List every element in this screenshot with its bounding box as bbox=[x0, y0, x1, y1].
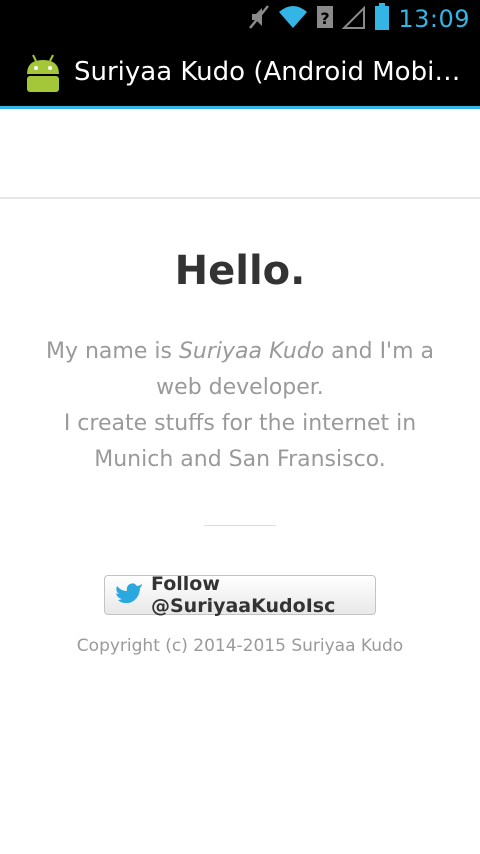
follow-button-label: Follow @SuriyaaKudoIsc bbox=[151, 573, 336, 617]
copyright-text: Copyright (c) 2014-2015 Suriyaa Kudo bbox=[76, 636, 404, 656]
status-bar: ? 13:09 bbox=[0, 0, 480, 38]
app-title: Suriyaa Kudo (Android Mobile… bbox=[74, 57, 464, 87]
twitter-bird-icon bbox=[115, 581, 143, 610]
twitter-follow-button[interactable]: Follow @SuriyaaKudoIsc bbox=[104, 573, 376, 617]
divider bbox=[204, 525, 276, 526]
page-title: Hello. bbox=[174, 248, 306, 294]
mute-icon bbox=[248, 4, 270, 35]
sim-unknown-icon: ? bbox=[316, 4, 334, 35]
intro-prefix: My name is bbox=[45, 339, 179, 364]
status-icons: ? 13:09 bbox=[248, 0, 470, 38]
action-bar: Suriyaa Kudo (Android Mobile… bbox=[0, 38, 480, 106]
wifi-icon bbox=[278, 4, 308, 35]
intro-name: Suriyaa Kudo bbox=[178, 339, 325, 364]
svg-text:?: ? bbox=[321, 9, 330, 28]
battery-icon bbox=[374, 2, 390, 36]
android-icon[interactable] bbox=[22, 52, 64, 94]
signal-icon bbox=[341, 4, 366, 35]
status-clock: 13:09 bbox=[398, 5, 470, 33]
intro-text: My name is Suriyaa Kudo and I'm a web de… bbox=[30, 334, 450, 478]
page-header bbox=[0, 109, 480, 199]
intro-line-2: I create stuffs for the internet in Muni… bbox=[63, 411, 417, 472]
